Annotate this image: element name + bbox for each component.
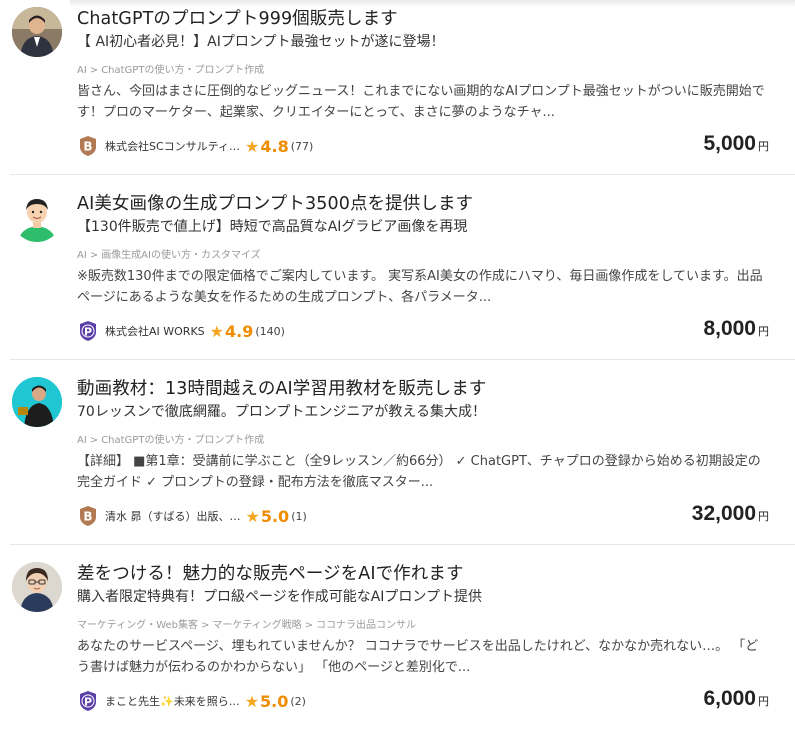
- breadcrumb-separator: >: [89, 65, 99, 76]
- service-description: ※販売数130件までの限定価格でご案内しています。 実写系AI美女の作成にハマり…: [77, 266, 767, 308]
- breadcrumb-item[interactable]: 画像生成AIの使い方・カスタマイズ: [101, 250, 261, 261]
- man-in-suit-avatar[interactable]: [12, 7, 62, 57]
- description-line: ※販売数130件までの限定価格でご案内しています。 実写系AI美女の作成にハマり…: [77, 269, 763, 284]
- breadcrumb-separator: >: [304, 620, 313, 631]
- service-title[interactable]: AI美女画像の生成プロンプト3500点を提供します: [77, 190, 473, 215]
- platinum-rank-badge-icon: P: [80, 691, 96, 711]
- price-amount: 6,000: [703, 687, 756, 710]
- service-subtitle: 【 AI初心者必見！】AIプロンプト最強セットが遂に登場！: [77, 34, 445, 50]
- service-description: あなたのサービスページ、埋もれていませんか？ ココナラでサービスを出品したけれど…: [77, 636, 767, 678]
- breadcrumb-separator: >: [89, 435, 99, 446]
- service-description: 【詳細】 ■第1章：受講前に学ぶこと（全9レッスン／約66分） ✓ ChatGP…: [77, 451, 767, 493]
- review-count: (1): [291, 509, 307, 523]
- breadcrumb: AI > ChatGPTの使い方・プロンプト作成: [77, 61, 264, 76]
- description-line: あなたのサービスページ、埋もれていませんか？ ココナラでサービスを出品したけれど…: [77, 639, 759, 654]
- price: 6,000 円: [703, 687, 769, 711]
- svg-text:B: B: [83, 510, 92, 524]
- service-card[interactable]: ChatGPTのプロンプト999個販売します 【 AI初心者必見！】AIプロンプ…: [0, 0, 795, 185]
- seller-name[interactable]: 清水 昴（すばる）出版、…: [105, 508, 241, 524]
- breadcrumb-item[interactable]: AI: [77, 435, 87, 446]
- svg-text:P: P: [84, 326, 92, 339]
- card-divider: [10, 174, 795, 175]
- breadcrumb-item[interactable]: マーケティング・Web集客: [77, 620, 198, 631]
- rating-value: 4.9: [224, 321, 254, 341]
- breadcrumb-item[interactable]: マーケティング戦略: [212, 620, 301, 631]
- description-line: 【詳細】 ■第1章：受講前に学ぶこと（全9レッスン／約66分） ✓ ChatGP…: [77, 454, 761, 469]
- price-currency: 円: [758, 695, 769, 708]
- breadcrumb-item[interactable]: ChatGPTの使い方・プロンプト作成: [101, 65, 264, 76]
- service-subtitle: 70レッスンで徹底網羅。プロンプトエンジニアが教える集大成！: [77, 404, 486, 420]
- seller-name[interactable]: 株式会社SCコンサルティ…: [105, 138, 240, 154]
- review-count: (140): [255, 324, 285, 338]
- svg-text:B: B: [83, 140, 92, 154]
- service-title[interactable]: ChatGPTのプロンプト999個販売します: [77, 5, 398, 30]
- price-amount: 32,000: [691, 502, 756, 525]
- seller-info: B 清水 昴（すばる）出版、… ★ 5.0 (1): [77, 504, 307, 528]
- card-divider: [10, 544, 795, 545]
- description-line: す！プロのマーケター、起業家、クリエイターにとって、まさに夢のようなチャ...: [77, 105, 555, 120]
- service-card[interactable]: AI美女画像の生成プロンプト3500点を提供します 【130件販売で値上げ】時短…: [0, 185, 795, 370]
- seller-info: P まこと先生✨未来を照ら… ★ 5.0 (2): [77, 689, 306, 713]
- star-icon: ★: [245, 136, 260, 156]
- description-line: 完全ガイド ✓ プロンプトの登録・配布方法を徹底マスター...: [77, 475, 434, 490]
- star-icon: ★: [209, 321, 224, 341]
- breadcrumb-separator: >: [89, 250, 99, 261]
- price-currency: 円: [758, 140, 769, 153]
- service-card[interactable]: 差をつける！魅力的な販売ページをAIで作れます 購入者限定特典有！プロ級ページを…: [0, 555, 795, 740]
- breadcrumb-item[interactable]: AI: [77, 65, 87, 76]
- glasses-man-avatar[interactable]: [12, 562, 62, 612]
- breadcrumb-separator: >: [201, 620, 210, 631]
- seller-info: B 株式会社SCコンサルティ… ★ 4.8 (77): [77, 134, 313, 158]
- cartoon-man-avatar[interactable]: [12, 192, 62, 242]
- price-currency: 円: [758, 325, 769, 338]
- card-divider: [10, 359, 795, 360]
- price: 8,000 円: [703, 317, 769, 341]
- rating-value: 5.0: [260, 506, 290, 526]
- review-count: (2): [290, 694, 306, 708]
- service-title[interactable]: 差をつける！魅力的な販売ページをAIで作れます: [77, 560, 464, 585]
- price-amount: 8,000: [703, 317, 756, 340]
- review-count: (77): [290, 139, 314, 153]
- breadcrumb: マーケティング・Web集客 > マーケティング戦略 > ココナラ出品コンサル: [77, 616, 416, 631]
- rating-value: 4.8: [260, 136, 289, 156]
- bronze-rank-badge-icon: B: [80, 506, 96, 526]
- description-line: う書けば魅力が伝わるのかわからない」 「他のページと差別化で...: [77, 660, 471, 675]
- star-icon: ★: [244, 691, 260, 711]
- seller-info: P 株式会社AI WORKS ★ 4.9 (140): [77, 319, 285, 343]
- description-line: ページにあるような美女を作るための生成プロンプト、各パラメータ...: [77, 290, 492, 305]
- star-icon: ★: [245, 506, 260, 526]
- breadcrumb-item[interactable]: ChatGPTの使い方・プロンプト作成: [101, 435, 264, 446]
- rating-value: 5.0: [260, 691, 289, 711]
- service-subtitle: 購入者限定特典有！プロ級ページを作成可能なAIプロンプト提供: [77, 589, 483, 605]
- service-card[interactable]: 動画教材：13時間越えのAI学習用教材を販売します 70レッスンで徹底網羅。プロ…: [0, 370, 795, 555]
- bronze-rank-badge-icon: B: [80, 136, 96, 156]
- seller-name[interactable]: 株式会社AI WORKS: [105, 323, 205, 339]
- price-currency: 円: [758, 510, 769, 523]
- breadcrumb: AI > 画像生成AIの使い方・カスタマイズ: [77, 246, 261, 261]
- breadcrumb: AI > ChatGPTの使い方・プロンプト作成: [77, 431, 264, 446]
- presenter-avatar[interactable]: [12, 377, 62, 427]
- platinum-rank-badge-icon: P: [80, 321, 96, 341]
- price: 5,000 円: [703, 132, 769, 156]
- description-line: 皆さん、今回はまさに圧倒的なビッグニュース！これまでにない画期的なAIプロンプト…: [77, 84, 765, 99]
- breadcrumb-item[interactable]: ココナラ出品コンサル: [316, 620, 416, 631]
- seller-name[interactable]: まこと先生✨未来を照ら…: [105, 693, 240, 709]
- service-description: 皆さん、今回はまさに圧倒的なビッグニュース！これまでにない画期的なAIプロンプト…: [77, 81, 767, 123]
- price: 32,000 円: [692, 502, 769, 526]
- price-amount: 5,000: [703, 132, 756, 155]
- service-subtitle: 【130件販売で値上げ】時短で高品質なAIグラビア画像を再現: [77, 219, 468, 235]
- breadcrumb-item[interactable]: AI: [77, 250, 87, 261]
- svg-text:P: P: [84, 696, 92, 709]
- service-title[interactable]: 動画教材：13時間越えのAI学習用教材を販売します: [77, 375, 486, 400]
